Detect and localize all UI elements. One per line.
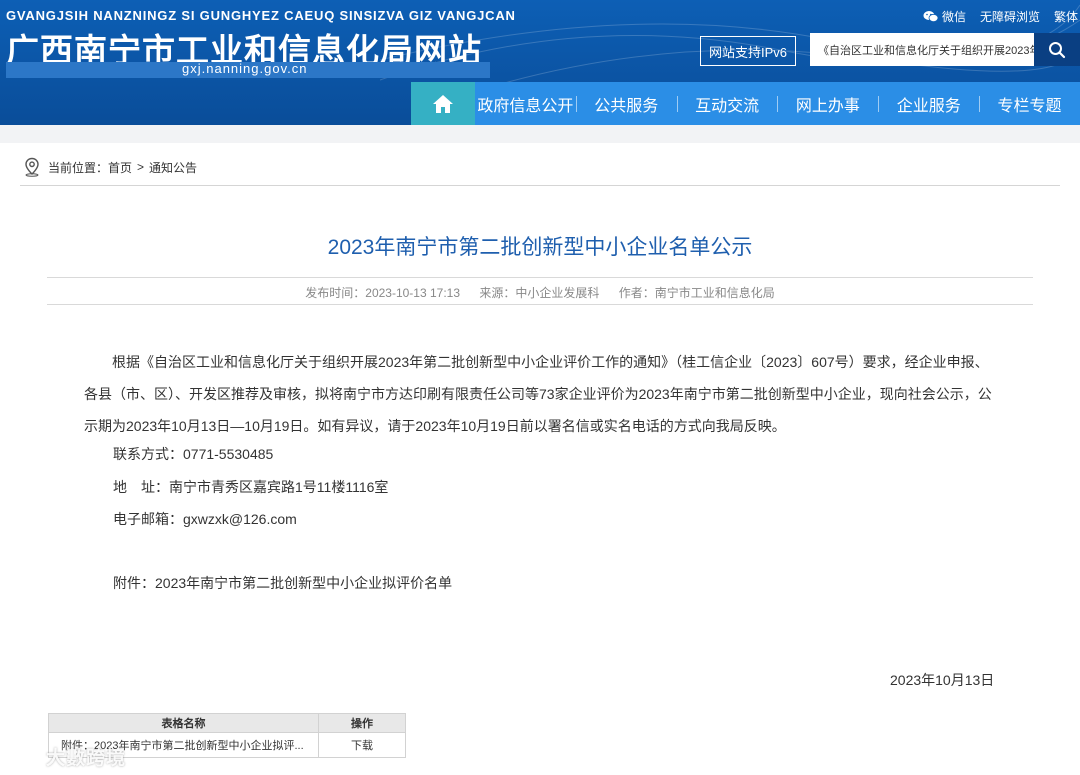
watermark-text: 大數跨境: [46, 748, 127, 769]
title-divider: [47, 277, 1033, 278]
article-source: 来源：中小企业发展科: [479, 286, 600, 300]
logo-domain: gxj.nanning.gov.cn: [182, 61, 308, 76]
wechat-link[interactable]: 微信: [923, 8, 966, 25]
article-meta: 发布时间：2023-10-13 17:13 来源：中小企业发展科 作者：南宁市工…: [0, 284, 1080, 301]
nav-item-online-service[interactable]: 网上办事: [777, 82, 878, 125]
meta-divider: [47, 304, 1033, 305]
column-header-name: 表格名称: [48, 713, 319, 733]
nav-item-enterprise-service[interactable]: 企业服务: [878, 82, 979, 125]
signature-date: 2023年10月13日: [890, 672, 995, 688]
breadcrumb-divider: [20, 185, 1060, 186]
article-author: 作者：南宁市工业和信息化局: [618, 286, 775, 300]
search-icon: [1049, 41, 1066, 58]
logo-pinyin: GVANGJSIH NANZNINGZ SI GUNGHYEZ CAEUQ SI…: [6, 8, 516, 23]
nav-item-gov-info[interactable]: 政府信息公开: [475, 82, 576, 125]
breadcrumb-current-link[interactable]: 通知公告: [149, 159, 197, 176]
breadcrumb-prefix: 当前位置：: [48, 160, 109, 175]
location-pin-icon: [25, 157, 39, 177]
wechat-label: 微信: [941, 10, 966, 24]
home-icon: [433, 94, 453, 113]
breadcrumb-home-link[interactable]: 首页: [108, 159, 132, 176]
contact-email: 电子邮箱：gxwzxk@126.com: [113, 511, 297, 527]
ipv6-badge[interactable]: 网站支持IPv6: [700, 36, 796, 66]
attachment-line: 附件：2023年南宁市第二批创新型中小企业拟评价名单: [113, 575, 453, 591]
wechat-icon: [923, 11, 939, 23]
column-header-action: 操作: [318, 713, 406, 733]
accessibility-link[interactable]: 无障碍浏览: [980, 8, 1040, 25]
nav-item-special-topics[interactable]: 专栏专题: [979, 82, 1080, 125]
search-scroll-box[interactable]: 《自治区工业和信息化厅关于组织开展2023年: [810, 33, 1034, 66]
download-link[interactable]: 下载: [318, 732, 406, 758]
search-button[interactable]: [1034, 33, 1080, 66]
nav-home-button[interactable]: [411, 82, 475, 125]
nav-item-public-service[interactable]: 公共服务: [575, 82, 677, 125]
contact-phone: 联系方式：0771-5530485: [113, 446, 274, 462]
nav-item-interaction[interactable]: 互动交流: [676, 82, 778, 125]
contact-address: 地 址：南宁市青秀区嘉宾路1号11楼1116室: [113, 479, 389, 495]
watermark-logo-icon: [6, 747, 41, 766]
watermark: 大數跨境: [6, 743, 126, 770]
article-body-paragraph: 根据《自治区工业和信息化厅关于组织开展2023年第二批创新型中小企业评价工作的通…: [84, 354, 992, 434]
breadcrumb-separator: >: [137, 160, 145, 174]
table-header-row: 表格名称 操作: [48, 713, 406, 733]
publish-time: 发布时间：2023-10-13 17:13: [305, 286, 461, 300]
main-nav: 政府信息公开 公共服务 互动交流 网上办事 企业服务 专栏专题: [411, 82, 1080, 125]
article-title: 2023年南宁市第二批创新型中小企业名单公示: [327, 236, 753, 259]
site-header: GVANGJSIH NANZNINGZ SI GUNGHYEZ CAEUQ SI…: [0, 0, 1080, 125]
top-links: 微信 无障碍浏览 繁体: [923, 8, 1080, 25]
breadcrumb: 当前位置： 首页 > 通知公告: [22, 157, 197, 177]
traditional-chinese-link[interactable]: 繁体: [1054, 8, 1078, 25]
